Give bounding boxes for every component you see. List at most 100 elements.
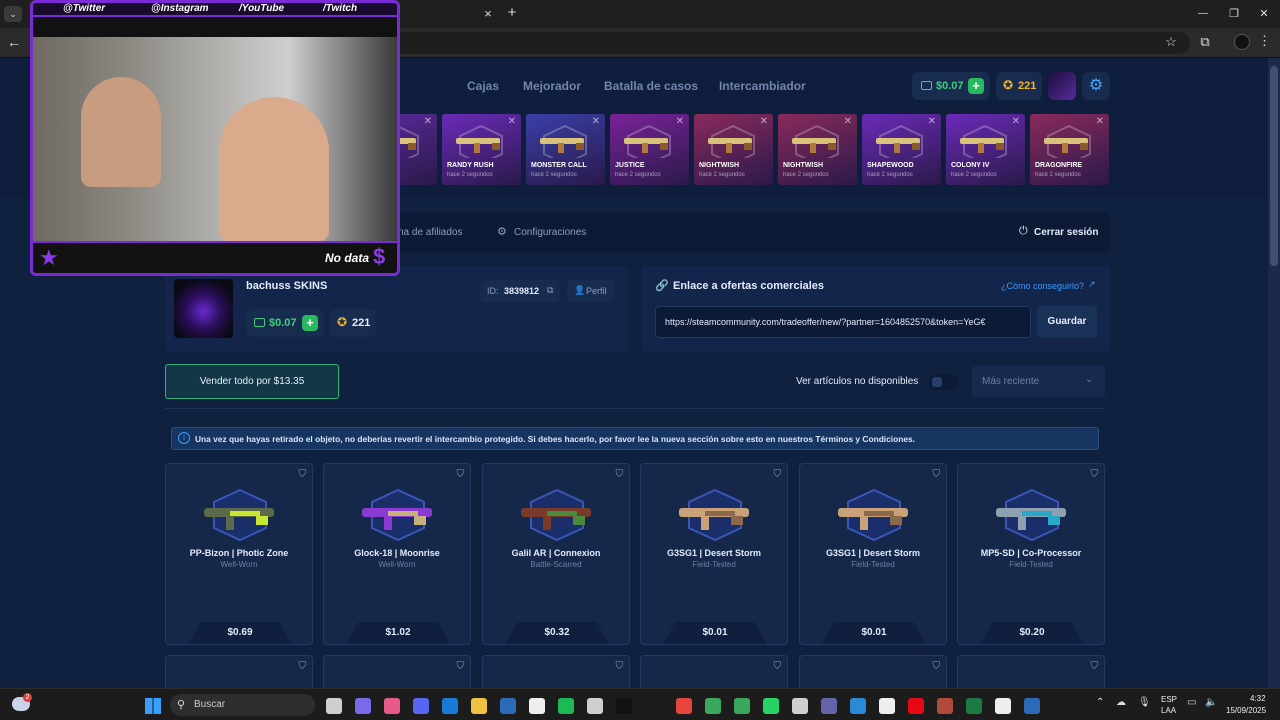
live-drop-card[interactable]: ✕ DRAGONFIRE hace 2 segundos (1030, 114, 1109, 185)
taskbar-search[interactable]: ⚲ Buscar (170, 694, 315, 716)
live-drop-card[interactable]: ✕ RANDY RUSH hace 2 segundos (442, 114, 521, 185)
game-icon[interactable] (937, 698, 953, 714)
tiktok-icon[interactable] (616, 698, 632, 714)
chrome-profile-icon[interactable] (734, 698, 750, 714)
nav-upgrader[interactable]: Mejorador (523, 79, 581, 93)
tab-affiliates[interactable]: na de afiliados (398, 227, 463, 238)
profile-balance[interactable]: $0.07 + (246, 309, 324, 337)
drop-close-icon[interactable]: ✕ (760, 116, 768, 127)
clock-date[interactable]: 15/09/2025 (1226, 706, 1266, 715)
page-scrollbar[interactable] (1268, 58, 1280, 688)
shield-icon[interactable]: ⛉ (616, 661, 624, 672)
discord-icon[interactable] (413, 698, 429, 714)
drop-close-icon[interactable]: ✕ (1012, 116, 1020, 127)
shield-icon[interactable]: ⛉ (774, 469, 782, 480)
shield-icon[interactable]: ⛉ (933, 469, 941, 480)
inventory-item-card[interactable]: ⛉ Glock-18 | Moonrise Well-Worn $1.02 (323, 463, 471, 645)
drop-close-icon[interactable]: ✕ (676, 116, 684, 127)
trade-help-link[interactable]: ¿Cómo conseguirlo? (1001, 281, 1084, 291)
sell-all-button[interactable]: Vender todo por $13.35 (165, 364, 339, 399)
netflix-icon[interactable] (908, 698, 924, 714)
steam-icon[interactable] (500, 698, 516, 714)
settings-gear-icon[interactable]: ⚙ (1082, 72, 1110, 100)
onedrive-icon[interactable]: ☁ (1116, 697, 1126, 708)
drop-close-icon[interactable]: ✕ (424, 116, 432, 127)
scrollbar-thumb[interactable] (1270, 66, 1278, 266)
start-button[interactable] (145, 698, 161, 714)
inventory-item-card-partial[interactable]: ⛉ (165, 655, 313, 688)
inventory-item-card[interactable]: ⛉ Galil AR | Connexion Battle-Scarred $0.32 (482, 463, 630, 645)
new-tab-button[interactable]: + (505, 5, 519, 20)
drop-close-icon[interactable]: ✕ (508, 116, 516, 127)
xbox-icon[interactable] (587, 698, 603, 714)
inventory-item-card-partial[interactable]: ⛉ (799, 655, 947, 688)
tray-chevron-icon[interactable]: ⌃ (1096, 697, 1104, 708)
whatsapp-icon[interactable] (763, 698, 779, 714)
live-drop-card[interactable]: ✕ COLONY IV hace 2 segundos (946, 114, 1025, 185)
outlook-icon[interactable] (442, 698, 458, 714)
window-close-button[interactable]: ✕ (1257, 7, 1271, 21)
roblox-icon[interactable] (792, 698, 808, 714)
teams-icon[interactable] (821, 698, 837, 714)
copilot-icon[interactable] (355, 698, 371, 714)
clock-time[interactable]: 4:32 (1250, 694, 1266, 703)
task-view-icon[interactable] (326, 698, 342, 714)
live-drop-card[interactable]: ✕ NIGHTWISH hace 2 segundos (778, 114, 857, 185)
live-drop-card[interactable]: ✕ MONSTER CALL hace 2 segundos (526, 114, 605, 185)
logout-button[interactable]: Cerrar sesión (1034, 227, 1098, 238)
speaker-icon[interactable]: 🔈 (1205, 697, 1217, 708)
header-avatar[interactable] (1048, 72, 1076, 100)
inventory-item-card-partial[interactable]: ⛉ (323, 655, 471, 688)
drop-close-icon[interactable]: ✕ (844, 116, 852, 127)
profile-link-button[interactable]: 👤 Perfil (567, 280, 615, 302)
bookmark-star-icon[interactable]: ☆ (1164, 35, 1178, 49)
window-minimize-button[interactable]: — (1196, 7, 1210, 21)
shield-icon[interactable]: ⛉ (616, 469, 624, 480)
profile-avatar[interactable] (1234, 34, 1250, 50)
nav-cases[interactable]: Cajas (467, 79, 499, 93)
inventory-item-card-partial[interactable]: ⛉ (482, 655, 630, 688)
sort-select[interactable]: Más reciente ⌄ (972, 366, 1105, 397)
display-icon[interactable]: ▭ (1187, 697, 1196, 708)
language-region[interactable]: LAA (1161, 706, 1176, 715)
capcut-icon[interactable] (879, 698, 895, 714)
deposit-plus-button[interactable]: + (968, 78, 984, 94)
tab-close-icon[interactable]: × (482, 7, 494, 21)
nav-trader[interactable]: Intercambiador (719, 79, 806, 93)
inventory-item-card[interactable]: ⛉ G3SG1 | Desert Storm Field-Tested $0.01 (640, 463, 788, 645)
shield-icon[interactable]: ⛉ (299, 661, 307, 672)
browser-menu-icon[interactable]: ⋮ (1258, 34, 1271, 48)
live-drop-card[interactable]: ✕ NIGHTWISH hace 2 segundos (694, 114, 773, 185)
user-id-chip[interactable]: ID: 3839812 ⧉ (480, 280, 560, 302)
notepad-icon[interactable] (995, 698, 1011, 714)
paint-icon[interactable] (384, 698, 400, 714)
trade-save-button[interactable]: Guardar (1037, 306, 1097, 338)
inventory-item-card-partial[interactable]: ⛉ (640, 655, 788, 688)
edge-icon[interactable] (850, 698, 866, 714)
tab-menu-button[interactable]: ⌄ (4, 6, 22, 22)
live-drop-card[interactable]: ✕ SHAPEWOOD hace 2 segundos (862, 114, 941, 185)
epic-games-icon[interactable] (529, 698, 545, 714)
shield-icon[interactable]: ⛉ (774, 661, 782, 672)
shield-icon[interactable]: ⛉ (457, 469, 465, 480)
excel-icon[interactable] (966, 698, 982, 714)
inventory-item-card[interactable]: ⛉ G3SG1 | Desert Storm Field-Tested $0.01 (799, 463, 947, 645)
spotify-icon[interactable] (558, 698, 574, 714)
show-unavailable-toggle[interactable] (929, 374, 959, 390)
nav-case-battles[interactable]: Batalla de casos (604, 79, 698, 93)
inventory-item-card-partial[interactable]: ⛉ (957, 655, 1105, 688)
shield-icon[interactable]: ⛉ (1091, 469, 1099, 480)
file-explorer-icon[interactable] (471, 698, 487, 714)
drop-close-icon[interactable]: ✕ (592, 116, 600, 127)
shield-icon[interactable]: ⛉ (299, 469, 307, 480)
live-drop-card[interactable]: ✕ JUSTICE hace 2 segundos (610, 114, 689, 185)
extensions-icon[interactable]: ⧉ (1198, 35, 1212, 49)
profile-deposit-plus-button[interactable]: + (302, 315, 318, 331)
trade-url-input[interactable]: https://steamcommunity.com/tradeoffer/ne… (655, 306, 1031, 338)
inventory-item-card[interactable]: ⛉ MP5-SD | Co-Processor Field-Tested $0.20 (957, 463, 1105, 645)
inventory-item-card[interactable]: ⛉ PP-Bizon | Photic Zone Well-Worn $0.69 (165, 463, 313, 645)
window-maximize-button[interactable]: ❐ (1227, 7, 1241, 21)
tab-settings[interactable]: Configuraciones (514, 227, 586, 238)
back-button[interactable]: ← (7, 35, 21, 49)
microphone-icon[interactable]: 🎙 (1138, 697, 1151, 708)
